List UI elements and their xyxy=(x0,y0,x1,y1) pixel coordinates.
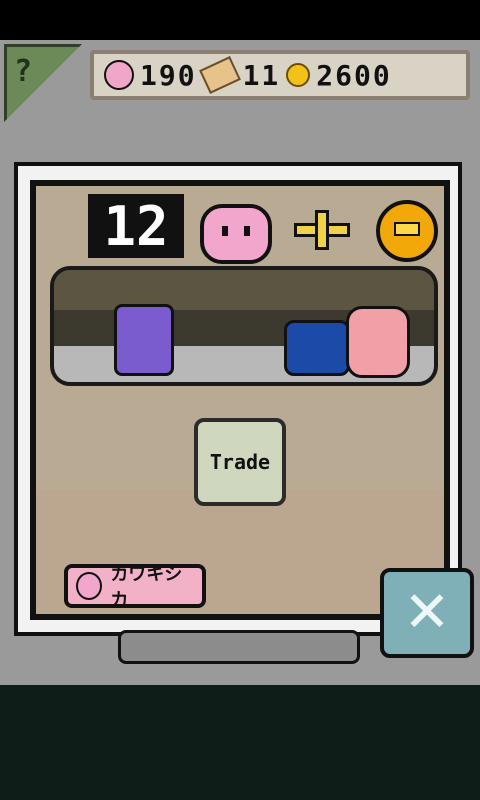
close-button[interactable]: ✕ xyxy=(380,568,474,658)
pink-count: 190 xyxy=(140,58,197,92)
character-pink-creature xyxy=(346,306,410,378)
collection-button[interactable]: カワキシカ xyxy=(64,564,206,611)
status-bar xyxy=(0,0,480,40)
pink-blob-icon xyxy=(104,60,134,90)
pink-blob-icon xyxy=(76,572,103,600)
ticket-count: 11 xyxy=(242,58,281,92)
help-icon: ? xyxy=(14,54,33,89)
bottom-tab[interactable] xyxy=(118,630,360,664)
coin-count: 2600 xyxy=(316,58,392,92)
character-mage xyxy=(114,304,174,376)
trade-button[interactable]: Trade xyxy=(194,418,286,506)
ticket-icon xyxy=(198,56,241,94)
trade-button-label: Trade xyxy=(209,450,271,474)
navigation-area xyxy=(0,685,480,800)
plus-icon xyxy=(294,210,350,250)
trade-counter: 12 xyxy=(88,194,184,258)
coin-icon xyxy=(376,200,438,262)
cave-scene xyxy=(50,266,438,386)
coin-icon xyxy=(286,63,311,87)
close-icon: ✕ xyxy=(403,580,451,645)
resource-bar: 190 11 2600 xyxy=(90,50,470,100)
pink-blob-icon xyxy=(200,204,272,264)
collection-label: カワキシカ xyxy=(110,564,183,611)
character-blue-slime xyxy=(284,320,350,376)
cave-ceiling xyxy=(54,270,434,310)
